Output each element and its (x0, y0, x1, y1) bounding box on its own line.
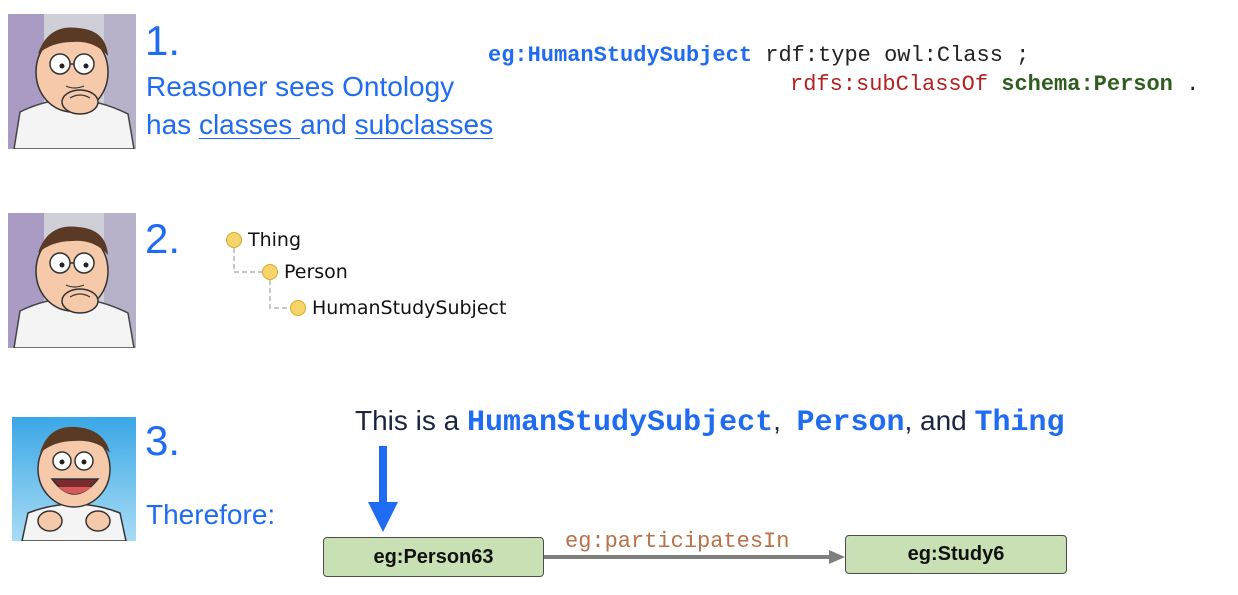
code-terminator: ; (1016, 43, 1030, 68)
therefore-caption: Therefore: (146, 499, 276, 530)
class-node-icon (226, 232, 242, 248)
step-1-caption: Reasoner sees Ontology has classes and s… (146, 68, 493, 144)
classes-link[interactable]: classes (199, 109, 300, 140)
code-object-class: owl:Class (884, 43, 1003, 68)
caption-text: has (146, 109, 199, 140)
code-predicate-type: rdf:type (765, 43, 871, 68)
peter-thinking-image (8, 213, 136, 348)
tree-node-label: HumanStudySubject (312, 297, 507, 319)
code-subject: eg:HumanStudySubject (488, 43, 753, 68)
step-2-number: 2. (145, 215, 181, 262)
tree-node-humanstudysubject[interactable]: HumanStudySubject (290, 297, 506, 319)
edge-label-participatesin: eg:participatesIn (565, 529, 790, 554)
class-node-icon (290, 300, 306, 316)
code-terminator: . (1186, 72, 1200, 97)
code-predicate-subclassof: rdfs:subClassOf (790, 72, 989, 97)
tree-node-person[interactable]: Person (262, 261, 348, 283)
peter-thinking-image (8, 14, 136, 149)
caption-text: and (300, 109, 355, 140)
step-1-number: 1. (145, 17, 181, 64)
statement-class-thing: Thing (974, 406, 1065, 440)
tree-node-label: Person (284, 261, 348, 283)
statement-class-person: Person (796, 406, 905, 440)
node-person63[interactable]: eg:Person63 (323, 537, 544, 577)
statement-separator: , and (904, 405, 975, 436)
node-study6[interactable]: eg:Study6 (845, 535, 1067, 574)
down-arrow-icon (368, 446, 398, 532)
inference-statement: This is a HumanStudySubject, Person, and… (355, 405, 1065, 440)
step-1-caption-line1: Reasoner sees Ontology (146, 71, 455, 102)
step-1-caption-line2: has classes and subclasses (146, 106, 493, 144)
peter-excited-image (12, 417, 136, 541)
subclasses-link[interactable]: subclasses (355, 109, 494, 140)
class-node-icon (262, 264, 278, 280)
code-object-person: schema:Person (1001, 72, 1173, 97)
statement-class-humanstudysubject: HumanStudySubject (467, 406, 774, 440)
tree-node-thing[interactable]: Thing (226, 229, 301, 251)
ontology-code-line-2: rdfs:subClassOf schema:Person . (790, 71, 1199, 99)
ontology-code-line-1: eg:HumanStudySubject rdf:type owl:Class … (488, 42, 1029, 70)
tree-node-label: Thing (248, 229, 302, 251)
statement-prefix: This is a (355, 405, 468, 436)
statement-separator: , (773, 405, 797, 436)
step-3-number: 3. (145, 417, 181, 464)
